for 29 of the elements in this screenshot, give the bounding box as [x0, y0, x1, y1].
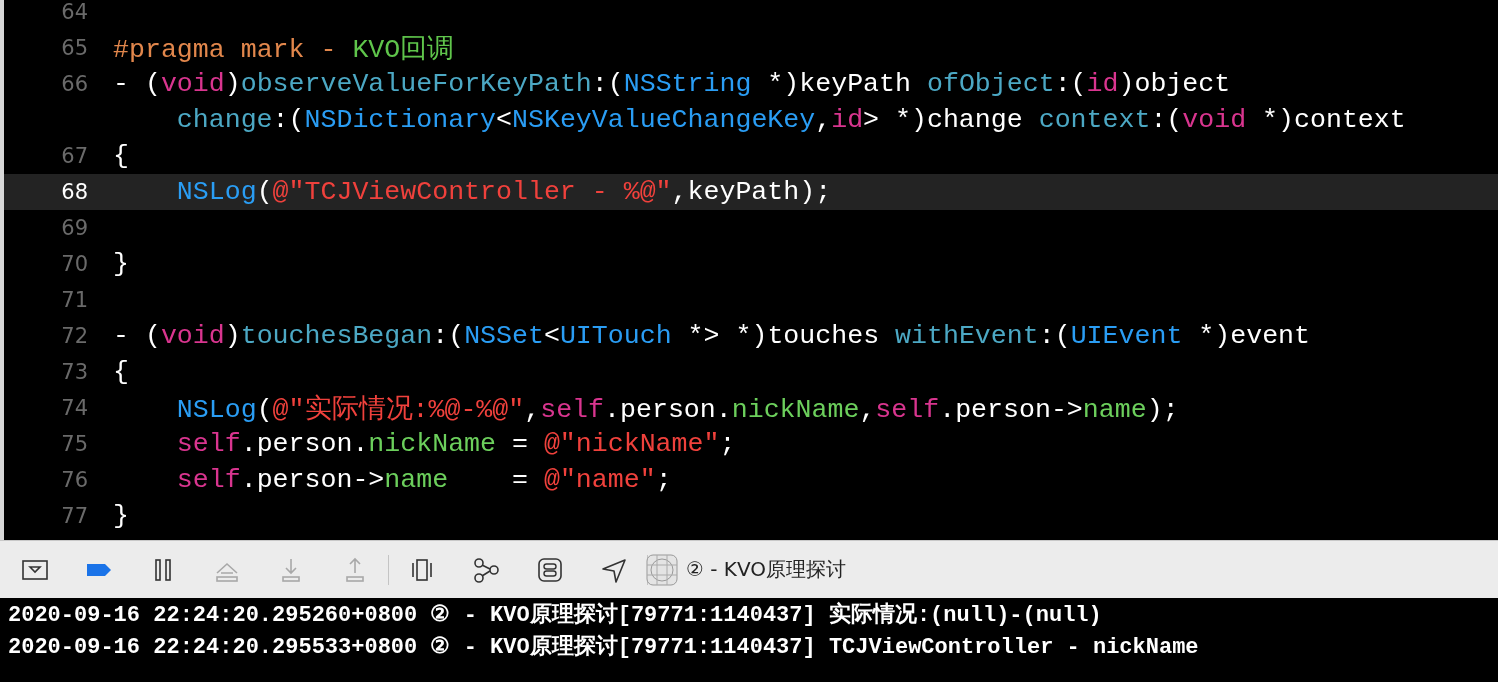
- code-line: change:(NSDictionary<NSKeyValueChangeKey,id> *)change context:(void *)context: [176, 105, 1406, 135]
- code-line: - (void)touchesBegan:(NSSet<UITouch *> *)touches withEvent:(UIEvent *)event: [113, 321, 1310, 351]
- code-line: {: [113, 357, 129, 387]
- code-line: NSLog(@"实际情况:%@-%@",self.person.nickName,self.person->name);: [176, 393, 1179, 426]
- line-number: 68: [60, 180, 88, 204]
- code-line: #pragma mark - KVO回调: [113, 34, 455, 66]
- line-number: 74: [60, 396, 88, 420]
- line-number: 67: [60, 144, 88, 168]
- line-number: 65: [60, 36, 88, 60]
- process-name[interactable]: ② - KVO原理探讨: [686, 556, 847, 583]
- code-line: }: [113, 501, 129, 531]
- line-number: 64: [60, 0, 88, 24]
- code-line: self.person->name = @"name";: [176, 465, 672, 495]
- line-number: 70: [60, 252, 88, 276]
- code-line: self.person.nickName = @"nickName";: [176, 429, 736, 459]
- line-number: 73: [60, 360, 88, 384]
- log-line: 2020-09-16 22:24:20.295260+0800 ② - KVO原理探讨[79771:1140437] 实际情况:(null)-(null): [8, 601, 1103, 630]
- log-line: 2020-09-16 22:24:20.295533+0800 ② - KVO原理探讨[79771:1140437] TCJViewController - nickName: [8, 633, 1200, 662]
- line-number: 71: [60, 288, 88, 312]
- code-line: NSLog(@"TCJViewController - %@",keyPath);: [176, 177, 832, 207]
- line-number: 77: [60, 504, 88, 528]
- line-number: 76: [60, 468, 88, 492]
- line-number: 66: [60, 72, 88, 96]
- code-line: }: [113, 249, 129, 279]
- line-number: 72: [60, 324, 88, 348]
- code-line: {: [113, 141, 129, 171]
- line-number: 75: [60, 432, 88, 456]
- code-line: - (void)observeValueForKeyPath:(NSString *)keyPath ofObject:(id)object: [113, 69, 1231, 99]
- line-number: 69: [60, 216, 88, 240]
